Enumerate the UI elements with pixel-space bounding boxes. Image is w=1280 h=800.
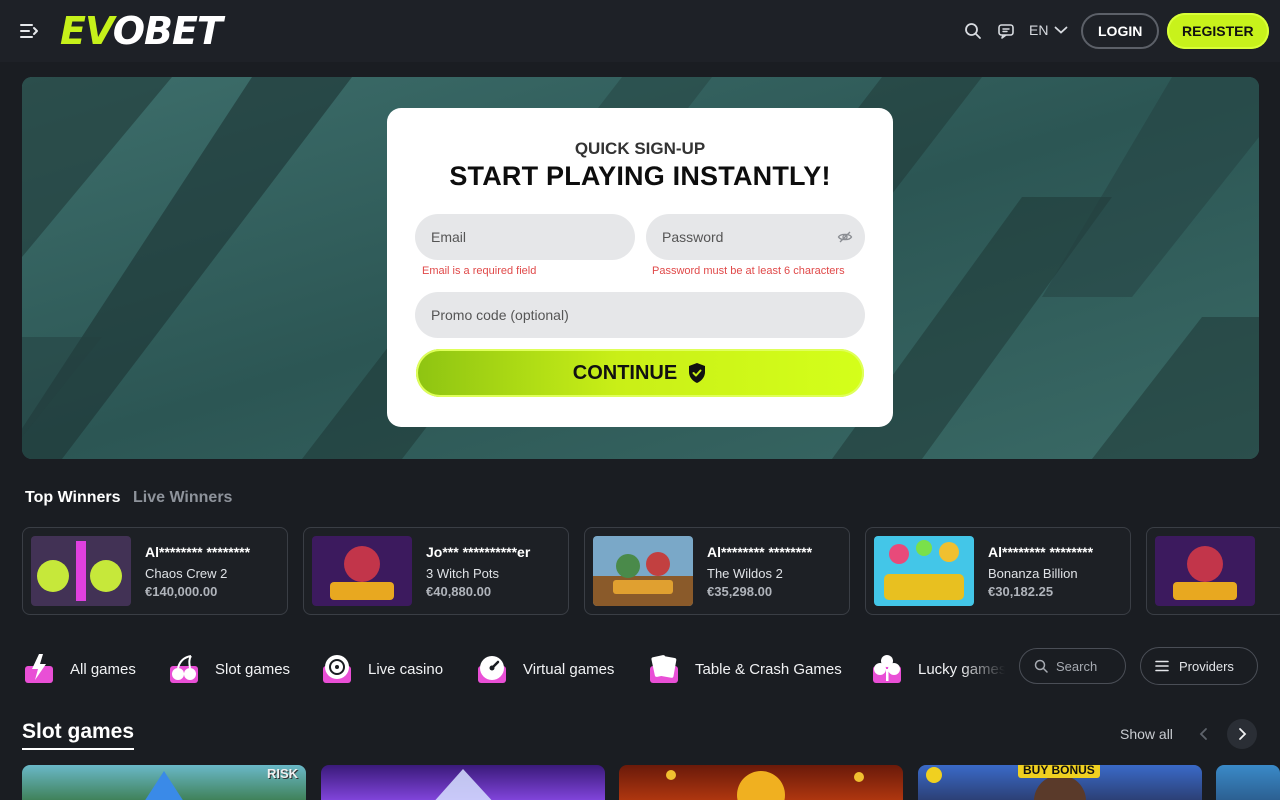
winner-username: Al******** ******** xyxy=(145,544,251,560)
winner-amount: €35,298.00 xyxy=(707,584,773,599)
winner-game: Bonanza Billion xyxy=(988,566,1078,581)
search-placeholder: Search xyxy=(1056,658,1098,674)
section-title-underline xyxy=(22,748,134,750)
tab-live-winners[interactable]: Live Winners xyxy=(133,489,232,507)
winner-game: Chaos Crew 2 xyxy=(145,566,228,581)
category-label: Virtual games xyxy=(523,660,615,678)
winner-amount: €40,880.00 xyxy=(426,584,492,599)
game-thumbnail xyxy=(31,536,131,606)
game-thumbnail xyxy=(312,536,412,606)
winner-username: Jo*** **********er xyxy=(426,544,531,560)
menu-icon[interactable] xyxy=(20,22,40,40)
email-error: Email is a required field xyxy=(422,265,537,277)
login-button[interactable]: LOGIN xyxy=(1081,13,1160,49)
tab-top-winners[interactable]: Top Winners xyxy=(25,489,121,507)
eye-off-icon[interactable] xyxy=(837,229,853,248)
game-tile[interactable] xyxy=(619,765,903,800)
promo-code-field[interactable]: Promo code (optional) xyxy=(415,292,865,338)
game-thumbnail xyxy=(593,536,693,606)
signup-title: START PLAYING INSTANTLY! xyxy=(449,161,831,191)
next-arrow-icon[interactable] xyxy=(1227,719,1257,749)
winner-game: 3 Witch Pots xyxy=(426,566,499,581)
chat-icon[interactable] xyxy=(994,19,1018,43)
chevron-down-icon xyxy=(1055,26,1068,34)
game-thumbnail xyxy=(874,536,974,606)
search-icon[interactable] xyxy=(961,19,985,43)
game-thumbnail xyxy=(1155,536,1255,606)
category-fade xyxy=(960,645,1010,690)
continue-label: CONTINUE xyxy=(572,361,678,384)
email-placeholder: Email xyxy=(431,229,467,245)
winner-amount: €30,182.25 xyxy=(988,584,1054,599)
winner-card[interactable]: Jo*** **********er 3 Witch Pots €40,880.… xyxy=(303,527,569,615)
logo-text-left: EV xyxy=(60,9,114,53)
promo-placeholder: Promo code (optional) xyxy=(431,307,569,323)
signup-form: QUICK SIGN-UP START PLAYING INSTANTLY! E… xyxy=(387,108,893,427)
winner-amount: €140,000.00 xyxy=(145,584,218,599)
winner-username: Al******** ******** xyxy=(707,544,813,560)
winner-card[interactable]: Al******** ******** Bonanza Billion €30,… xyxy=(865,527,1131,615)
category-label: Slot games xyxy=(215,660,291,678)
section-title-slot-games: Slot games xyxy=(22,720,135,743)
game-tile[interactable] xyxy=(1216,765,1280,800)
winner-card[interactable]: Al******** ******** The Wildos 2 €35,298… xyxy=(584,527,850,615)
winner-game: The Wildos 2 xyxy=(707,566,783,581)
game-badge-risk: RISK xyxy=(266,766,298,781)
category-table-crash-games[interactable]: Table & Crash Games xyxy=(647,652,842,686)
category-virtual-games[interactable]: Virtual games xyxy=(475,652,614,686)
game-tile[interactable]: BUY BONUS xyxy=(918,765,1202,800)
category-label: All games xyxy=(70,660,136,678)
continue-button[interactable]: CONTINUE xyxy=(416,349,864,397)
category-slot-games[interactable]: Slot games xyxy=(167,652,290,686)
winner-username: Al******** ******** xyxy=(988,544,1094,560)
top-header: EVOBET EN LOGIN REGISTER xyxy=(0,0,1280,62)
providers-label: Providers xyxy=(1179,658,1234,674)
category-all-games[interactable]: All games xyxy=(22,652,136,686)
lightning-icon xyxy=(25,654,53,683)
password-placeholder: Password xyxy=(662,229,724,245)
category-label: Table & Crash Games xyxy=(695,660,842,678)
signup-subtitle: QUICK SIGN-UP xyxy=(574,139,706,158)
clover-icon xyxy=(873,655,901,683)
game-tile[interactable]: RISK xyxy=(22,765,306,800)
game-badge-buy-bonus: BUY BONUS xyxy=(1018,765,1100,778)
password-error: Password must be at least 6 characters xyxy=(652,265,845,277)
search-icon xyxy=(1034,659,1048,673)
show-all-link[interactable]: Show all xyxy=(1120,726,1173,742)
speedometer-icon xyxy=(478,656,506,683)
list-icon xyxy=(1155,660,1169,672)
hero-banner: QUICK SIGN-UP START PLAYING INSTANTLY! E… xyxy=(22,77,1259,459)
prev-arrow-icon[interactable] xyxy=(1189,719,1219,749)
shield-check-icon xyxy=(689,363,706,383)
category-live-casino[interactable]: Live casino xyxy=(320,652,443,686)
cherry-icon xyxy=(170,655,198,683)
email-field[interactable]: Email xyxy=(415,214,635,260)
winner-card[interactable]: Al******** ******** Chaos Crew 2 €140,00… xyxy=(22,527,288,615)
register-button[interactable]: REGISTER xyxy=(1167,13,1269,49)
language-label: EN xyxy=(1029,22,1049,38)
game-tile[interactable] xyxy=(321,765,605,800)
winner-card[interactable] xyxy=(1146,527,1280,615)
language-selector[interactable]: EN xyxy=(1029,22,1068,38)
cards-icon xyxy=(650,655,678,683)
game-search-input[interactable]: Search xyxy=(1019,648,1126,684)
category-label: Live casino xyxy=(368,660,444,678)
evobet-logo[interactable]: EVOBET xyxy=(60,9,223,53)
providers-button[interactable]: Providers xyxy=(1140,647,1258,685)
logo-text-right: OBET xyxy=(112,9,223,53)
roulette-icon xyxy=(323,655,351,683)
password-field[interactable]: Password xyxy=(646,214,865,260)
